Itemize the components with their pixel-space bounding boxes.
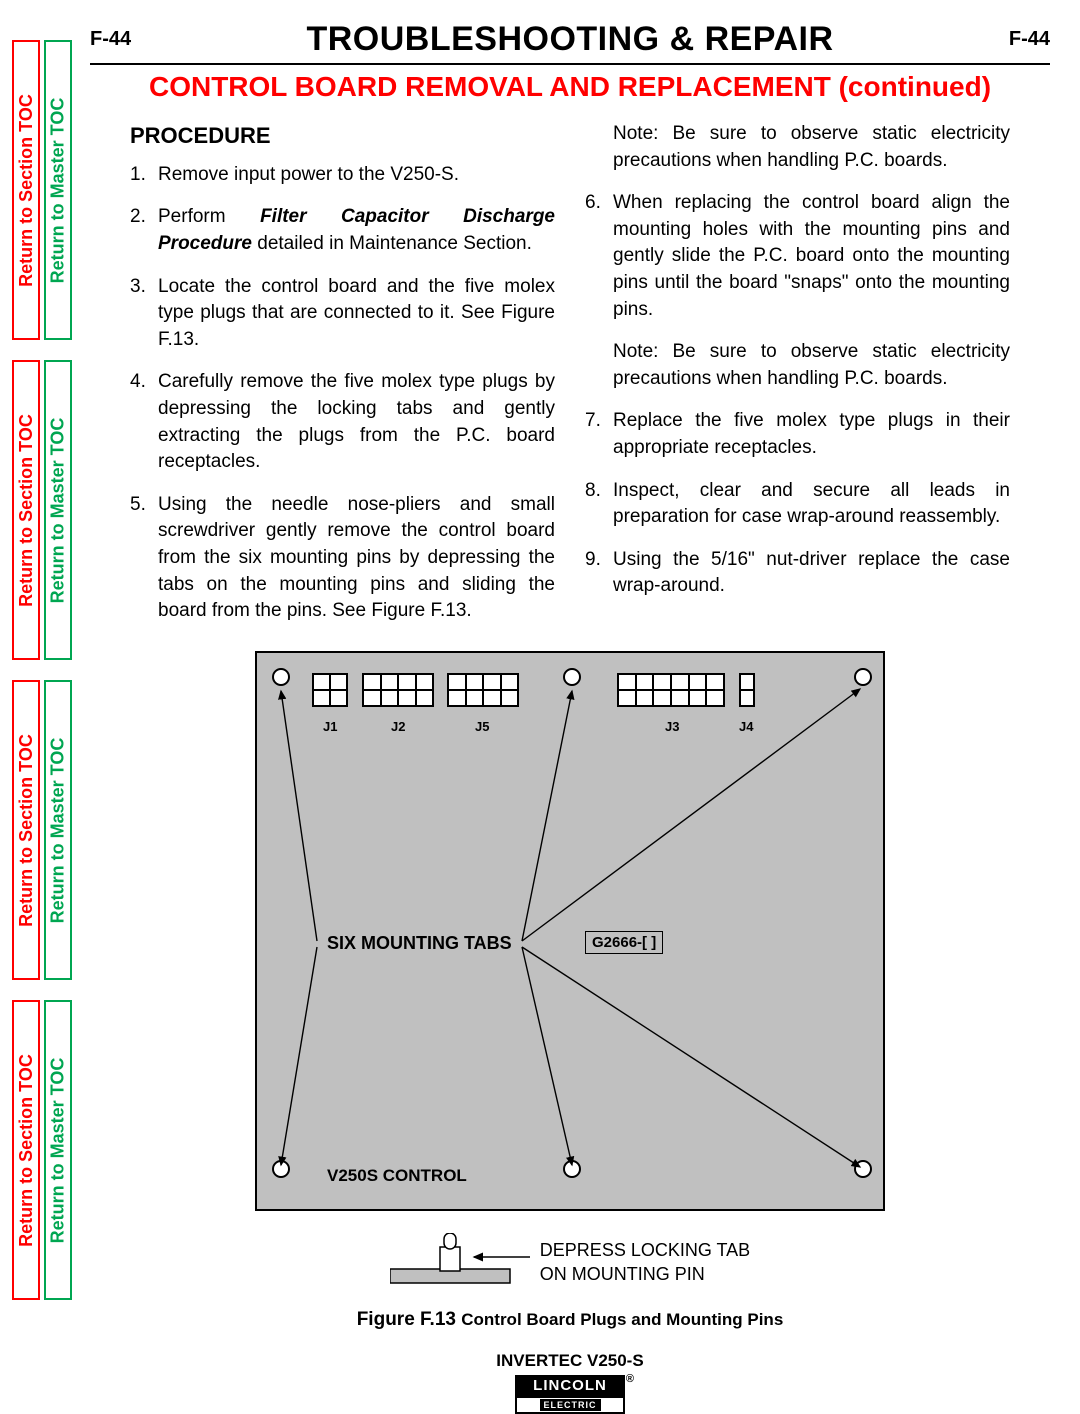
step-1: Remove input power to the V250-S.: [130, 162, 555, 189]
model-label: INVERTEC V250-S: [90, 1351, 1050, 1371]
step-7: Replace the five molex type plugs in the…: [585, 408, 1010, 461]
connector-j5: [447, 673, 519, 707]
page-content: F-44 TROUBLESHOOTING & REPAIR F-44 CONTR…: [90, 20, 1050, 1414]
return-master-toc-link[interactable]: Return to Master TOC: [44, 40, 72, 340]
nav-label: Return to Section TOC: [16, 734, 37, 927]
page-title: TROUBLESHOOTING & REPAIR: [306, 20, 833, 59]
nav-label: Return to Section TOC: [16, 94, 37, 287]
procedure-columns: PROCEDURE Remove input power to the V250…: [90, 121, 1050, 641]
step-8: Inspect, clear and secure all leads in p…: [585, 478, 1010, 531]
mounting-pin-icon: [390, 1233, 530, 1293]
return-section-toc-link[interactable]: Return to Section TOC: [12, 360, 40, 660]
return-master-toc-link[interactable]: Return to Master TOC: [44, 680, 72, 980]
mounting-hole: [563, 1160, 581, 1178]
return-section-toc-link[interactable]: Return to Section TOC: [12, 680, 40, 980]
mounting-pin-caption: DEPRESS LOCKING TAB ON MOUNTING PIN: [540, 1239, 750, 1286]
connector-label: J3: [665, 719, 679, 734]
connector-label: J5: [475, 719, 489, 734]
connector-j1: [312, 673, 348, 707]
mounting-hole: [854, 1160, 872, 1178]
step-5: Using the needle nose-pliers and small s…: [130, 492, 555, 625]
connector-j2: [362, 673, 434, 707]
connector-label: J4: [739, 719, 753, 734]
procedure-list-right: When replacing the control board align t…: [585, 190, 1010, 323]
nav-label: Return to Master TOC: [48, 1057, 69, 1243]
note-text: Note: Be sure to observe static electric…: [585, 339, 1010, 392]
step-6: When replacing the control board align t…: [585, 190, 1010, 323]
procedure-list-right-cont: Replace the five molex type plugs in the…: [585, 408, 1010, 600]
nav-label: Return to Master TOC: [48, 737, 69, 923]
return-master-toc-link[interactable]: Return to Master TOC: [44, 1000, 72, 1300]
control-board-diagram: J1 J2 J5 J3 J4 SIX MOUNTING TABS G2666-[…: [255, 651, 885, 1211]
page-subtitle: CONTROL BOARD REMOVAL AND REPLACEMENT (c…: [90, 71, 1050, 103]
nav-label: Return to Section TOC: [16, 1054, 37, 1247]
logo-bottom: ELECTRIC: [515, 1396, 625, 1414]
mounting-hole: [854, 668, 872, 686]
return-master-toc-link[interactable]: Return to Master TOC: [44, 360, 72, 660]
note-text: Note: Be sure to observe static electric…: [585, 121, 1010, 174]
page-footer: INVERTEC V250-S LINCOLN ELECTRIC: [90, 1351, 1050, 1414]
return-section-toc-link[interactable]: Return to Section TOC: [12, 40, 40, 340]
mounting-tabs-label: SIX MOUNTING TABS: [327, 933, 512, 954]
connector-label: J1: [323, 719, 337, 734]
page-number-right: F-44: [1009, 28, 1050, 51]
nav-label: Return to Section TOC: [16, 414, 37, 607]
procedure-list-left: Remove input power to the V250-S. Perfor…: [130, 162, 555, 625]
mounting-hole: [272, 668, 290, 686]
mounting-hole: [563, 668, 581, 686]
page-number-left: F-44: [90, 28, 131, 51]
board-name-label: V250S CONTROL: [327, 1166, 467, 1186]
step-2: Perform Filter Capacitor Discharge Proce…: [130, 204, 555, 257]
connector-j3: [617, 673, 725, 707]
nav-label: Return to Master TOC: [48, 417, 69, 603]
step-4: Carefully remove the five molex type plu…: [130, 369, 555, 475]
part-number-box: G2666-[ ]: [585, 931, 663, 954]
figure-f13: J1 J2 J5 J3 J4 SIX MOUNTING TABS G2666-[…: [255, 651, 885, 1331]
mounting-hole: [272, 1160, 290, 1178]
nav-label: Return to Master TOC: [48, 97, 69, 283]
lincoln-electric-logo: LINCOLN ELECTRIC: [515, 1375, 625, 1414]
right-column: Note: Be sure to observe static electric…: [585, 121, 1010, 641]
left-column: PROCEDURE Remove input power to the V250…: [130, 121, 555, 641]
logo-top: LINCOLN: [515, 1375, 625, 1396]
figure-caption: Figure F.13 Control Board Plugs and Moun…: [255, 1309, 885, 1331]
return-section-toc-link[interactable]: Return to Section TOC: [12, 1000, 40, 1300]
mounting-pin-illustration: DEPRESS LOCKING TAB ON MOUNTING PIN: [255, 1233, 885, 1293]
connector-label: J2: [391, 719, 405, 734]
step-3: Locate the control board and the five mo…: [130, 274, 555, 354]
connector-j4: [739, 673, 755, 707]
procedure-heading: PROCEDURE: [130, 121, 555, 152]
page-header: F-44 TROUBLESHOOTING & REPAIR F-44: [90, 20, 1050, 65]
step-9: Using the 5/16" nut-driver replace the c…: [585, 547, 1010, 600]
